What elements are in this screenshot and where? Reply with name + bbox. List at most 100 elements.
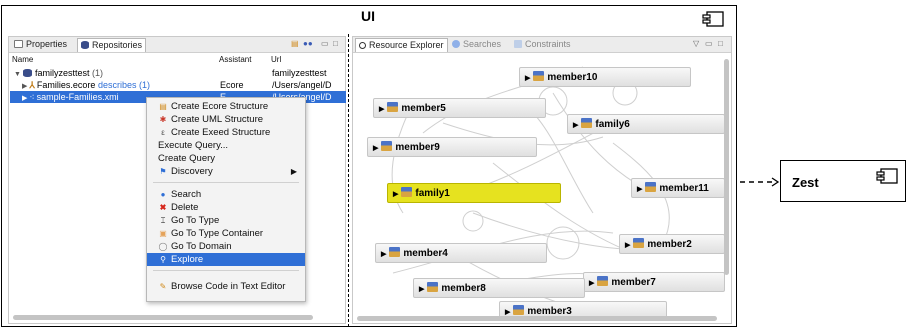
context-menu: ▤ Create Ecore Structure ✱ Create UML Stru…: [146, 97, 306, 302]
graph-node-member5[interactable]: ▶ member5: [373, 98, 546, 118]
uml-structure-icon: ✱: [159, 115, 167, 124]
row-url: familyzesttest: [272, 68, 327, 78]
horizontal-scrollbar[interactable]: [13, 315, 313, 320]
menu-item-delete[interactable]: ✖ Delete: [147, 201, 305, 214]
type-icon: ⌶: [160, 216, 166, 225]
expand-arrow-icon[interactable]: ▶: [573, 122, 578, 129]
tab-searches[interactable]: Searches: [449, 38, 504, 51]
menu-item-go-to-domain[interactable]: ◯ Go To Domain: [147, 240, 305, 253]
class-instance-icon: [387, 102, 399, 112]
expand-arrow-icon[interactable]: ▶: [373, 145, 378, 152]
expanded-arrow-icon[interactable]: ▼: [14, 71, 21, 78]
vertical-scrollbar[interactable]: [724, 59, 729, 275]
row-name: Families.ecore: [36, 80, 96, 90]
menu-item-create-exeed-structure[interactable]: ε Create Exeed Structure: [147, 126, 305, 139]
menu-item-search[interactable]: ● Search: [147, 188, 305, 201]
graph-node-member11[interactable]: ▶ member11: [631, 178, 725, 198]
expand-arrow-icon[interactable]: ▶: [381, 251, 386, 258]
tab-constraints[interactable]: Constraints: [511, 38, 574, 51]
class-instance-icon: [389, 247, 401, 257]
toolbar-link-icon[interactable]: ●●: [303, 39, 313, 48]
class-instance-icon: [533, 71, 545, 81]
expand-arrow-icon[interactable]: ▶: [589, 280, 594, 287]
menu-item-label: Go To Domain: [171, 241, 232, 252]
class-instance-icon: [401, 187, 413, 197]
expand-arrow-icon[interactable]: ▶: [419, 286, 424, 293]
graph-node-member10[interactable]: ▶ member10: [519, 67, 691, 87]
collapsed-arrow-icon[interactable]: ▶: [22, 95, 27, 102]
resource-explorer-panel: Resource Explorer Searches Constraints ▽…: [352, 36, 732, 324]
maximize-icon[interactable]: □: [333, 39, 338, 48]
column-header-name[interactable]: Name: [12, 55, 33, 64]
ecore-structure-icon: ▤: [159, 102, 167, 111]
horizontal-scrollbar[interactable]: [357, 316, 717, 321]
menu-item-explore[interactable]: ⚲ Explore: [147, 253, 305, 266]
menu-item-label: Search: [171, 189, 202, 200]
expand-arrow-icon[interactable]: ▶: [505, 309, 510, 316]
menu-item-label: Browse Code in Text Editor: [171, 281, 286, 292]
menu-item-discovery[interactable]: ⚑ Discovery ▶: [147, 165, 305, 178]
menu-item-label: Explore: [171, 254, 204, 265]
node-label: family1: [415, 188, 450, 199]
toolbar-filter-icon[interactable]: ▤: [291, 39, 299, 48]
tab-resource-explorer[interactable]: Resource Explorer: [355, 38, 448, 52]
class-instance-icon: [381, 141, 393, 151]
explore-icon: [359, 42, 366, 49]
menu-item-execute-query[interactable]: Execute Query...: [147, 139, 305, 152]
maximize-icon[interactable]: □: [718, 39, 723, 48]
graph-node-family1[interactable]: ▶ family1: [387, 183, 561, 203]
column-header-assistant[interactable]: Assistant: [219, 55, 251, 64]
class-instance-icon: [581, 118, 593, 128]
left-tabbar: Properties Repositories ▤ ●● ▭ □: [9, 37, 345, 53]
properties-icon: [14, 40, 23, 48]
menu-item-create-uml-structure[interactable]: ✱ Create UML Structure: [147, 113, 305, 126]
ui-component-icon: [702, 11, 724, 27]
expand-arrow-icon[interactable]: ▶: [625, 242, 630, 249]
database-icon: [22, 69, 32, 77]
tab-constraints-label: Constraints: [525, 39, 571, 49]
zest-label: Zest: [792, 175, 819, 190]
graph-node-member8[interactable]: ▶ member8: [413, 278, 585, 298]
repositories-icon: [81, 41, 89, 49]
describes-link[interactable]: describes (1): [98, 80, 150, 90]
menu-separator: [153, 270, 299, 271]
row-count: (1): [91, 68, 103, 78]
graph-node-member7[interactable]: ▶ member7: [583, 272, 725, 292]
menu-item-label: Delete: [171, 202, 199, 213]
collapsed-arrow-icon[interactable]: ▶: [22, 83, 27, 90]
expand-arrow-icon[interactable]: ▶: [637, 186, 642, 193]
class-instance-icon: [597, 276, 609, 286]
graph-node-member2[interactable]: ▶ member2: [619, 234, 725, 254]
column-header-url[interactable]: Url: [271, 55, 281, 64]
tree-row-families-ecore[interactable]: ▶ ⅄ Families.ecore describes (1) Ecore /Us…: [10, 79, 346, 91]
graph-node-member9[interactable]: ▶ member9: [367, 137, 537, 157]
view-menu-icon[interactable]: ▽: [693, 39, 699, 48]
node-label: family6: [595, 119, 630, 130]
tree-row-familyzesttest[interactable]: ▼ familyzesttest (1) familyzesttest: [10, 67, 346, 79]
browse-code-icon: ✎: [159, 282, 167, 291]
row-name: familyzesttest: [34, 68, 90, 78]
menu-item-label: Execute Query...: [158, 140, 229, 151]
menu-item-label: Create Query: [158, 153, 216, 164]
menu-item-label: Create Ecore Structure: [171, 101, 269, 112]
expand-arrow-icon[interactable]: ▶: [525, 75, 530, 82]
menu-item-browse-code[interactable]: ✎ Browse Code in Text Editor: [147, 280, 305, 293]
node-label: member10: [547, 72, 598, 83]
menu-item-create-ecore-structure[interactable]: ▤ Create Ecore Structure: [147, 100, 305, 113]
node-label: member2: [647, 239, 692, 250]
graph-node-member4[interactable]: ▶ member4: [375, 243, 547, 263]
expand-arrow-icon[interactable]: ▶: [393, 191, 398, 198]
minimize-icon[interactable]: ▭: [321, 39, 329, 48]
menu-item-create-query[interactable]: Create Query: [147, 152, 305, 165]
minimize-icon[interactable]: ▭: [705, 39, 713, 48]
menu-item-go-to-type[interactable]: ⌶ Go To Type: [147, 214, 305, 227]
tab-properties[interactable]: Properties: [11, 38, 70, 51]
graph-node-family6[interactable]: ▶ family6: [567, 114, 725, 134]
discovery-icon: ⚑: [159, 167, 167, 176]
panel-divider: [348, 34, 349, 327]
tab-repositories[interactable]: Repositories: [77, 38, 147, 52]
tab-searches-label: Searches: [463, 39, 502, 49]
delete-icon: ✖: [159, 203, 167, 212]
expand-arrow-icon[interactable]: ▶: [379, 106, 384, 113]
menu-item-go-to-type-container[interactable]: ▣ Go To Type Container: [147, 227, 305, 240]
